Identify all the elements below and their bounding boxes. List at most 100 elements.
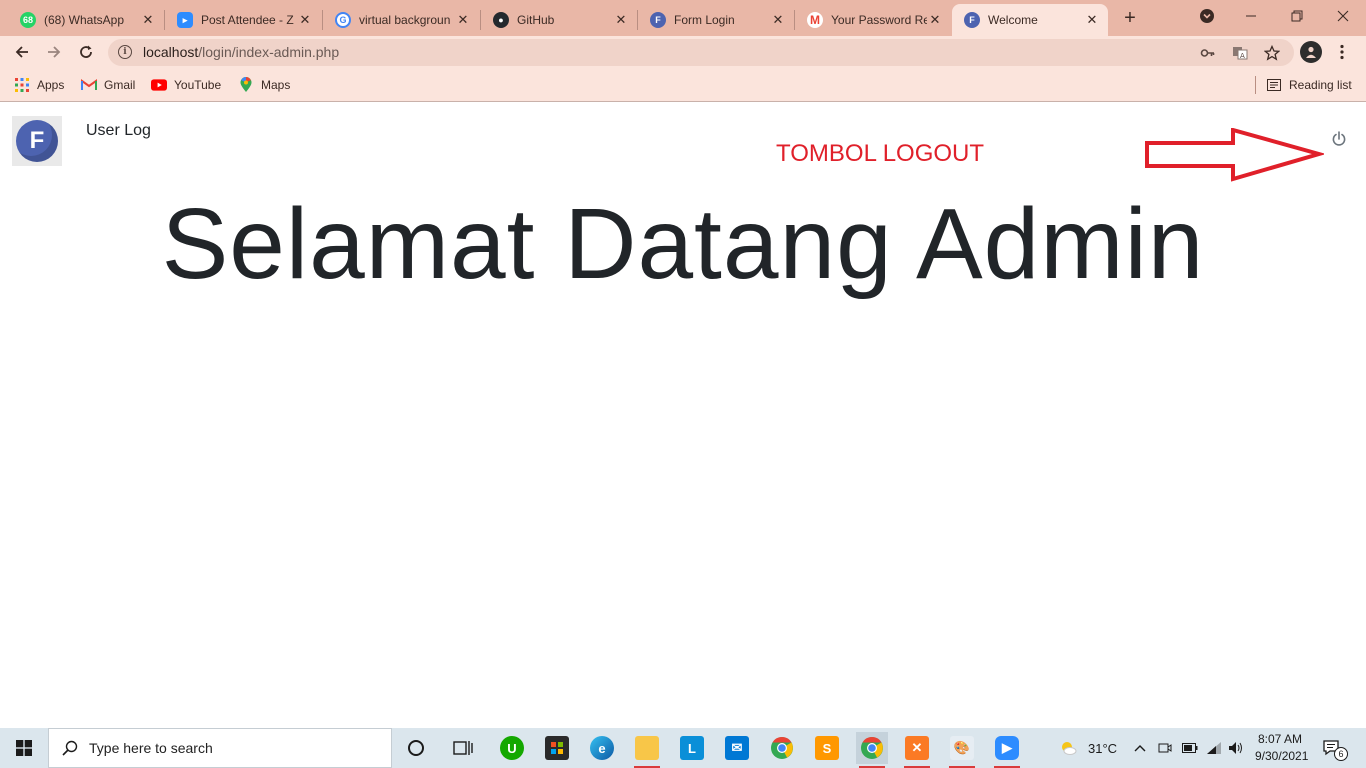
- tab-search-button[interactable]: [1184, 0, 1230, 32]
- user-log-link[interactable]: User Log: [86, 122, 151, 140]
- close-icon[interactable]: ✕: [1084, 12, 1100, 28]
- whatsapp-icon: 68: [20, 12, 36, 28]
- taskbar-app-paint[interactable]: 🎨: [946, 732, 978, 768]
- taskbar-app-upwork[interactable]: U: [496, 732, 528, 764]
- edge-icon: e: [590, 736, 614, 760]
- forward-button[interactable]: [42, 40, 66, 64]
- site-info-icon[interactable]: i: [118, 45, 132, 59]
- tab-github[interactable]: ● GitHub ✕: [481, 4, 637, 36]
- power-icon: [1332, 131, 1346, 146]
- page-content: F User Log TOMBOL LOGOUT Selamat Datang …: [0, 103, 1366, 728]
- battery-icon[interactable]: [1180, 738, 1200, 758]
- zoom-icon: ▸: [177, 12, 193, 28]
- volume-icon[interactable]: [1226, 738, 1246, 758]
- translate-icon[interactable]: A: [1230, 43, 1250, 63]
- close-icon: [1337, 10, 1349, 22]
- bookmark-label: Gmail: [104, 78, 136, 92]
- bookmark-youtube[interactable]: YouTube: [151, 76, 221, 94]
- paint-icon: 🎨: [950, 736, 974, 760]
- tab-gmail[interactable]: M Your Password Re ✕: [795, 4, 951, 36]
- taskbar-app-launcher[interactable]: L: [676, 732, 708, 764]
- key-icon[interactable]: [1198, 43, 1218, 63]
- store-icon: [545, 736, 569, 760]
- taskbar-app-chrome[interactable]: [766, 732, 798, 764]
- tab-title: Form Login: [674, 13, 735, 27]
- gmail-icon: M: [807, 12, 823, 28]
- annotation-label: TOMBOL LOGOUT: [776, 140, 985, 167]
- maps-pin-icon: [238, 77, 254, 93]
- reload-button[interactable]: [74, 40, 98, 64]
- reading-list-icon: [1266, 77, 1282, 93]
- tab-google[interactable]: G virtual backgroun ✕: [323, 4, 479, 36]
- menu-button[interactable]: [1334, 41, 1350, 63]
- reading-list-button[interactable]: Reading list: [1266, 76, 1352, 94]
- tab-zoom[interactable]: ▸ Post Attendee - Z ✕: [165, 4, 321, 36]
- site-logo[interactable]: F: [12, 116, 62, 166]
- tab-welcome[interactable]: F Welcome ✕: [952, 4, 1108, 36]
- profile-avatar[interactable]: [1300, 41, 1322, 63]
- apps-grid-icon: [14, 77, 30, 93]
- bookmark-apps[interactable]: Apps: [14, 76, 64, 94]
- tab-title: Your Password Re: [831, 13, 927, 27]
- mail-icon: ✉: [725, 736, 749, 760]
- upwork-icon: U: [500, 736, 524, 760]
- wifi-icon[interactable]: [1204, 738, 1224, 758]
- bookmark-star-icon[interactable]: [1262, 43, 1282, 63]
- restore-button[interactable]: [1274, 0, 1320, 32]
- close-window-button[interactable]: [1320, 0, 1366, 32]
- arrow-annotation-icon: [1145, 128, 1324, 182]
- close-icon[interactable]: ✕: [455, 12, 471, 28]
- bookmark-label: YouTube: [174, 78, 222, 92]
- new-tab-button[interactable]: +: [1118, 6, 1142, 30]
- clock-time[interactable]: 8:07 AM: [1258, 732, 1302, 746]
- clock-date[interactable]: 9/30/2021: [1255, 749, 1308, 763]
- browser-toolbar: i localhost/login/index-admin.php A: [0, 36, 1366, 68]
- taskbar-search[interactable]: Type here to search: [48, 728, 392, 768]
- taskbar-app-file-explorer[interactable]: [631, 732, 663, 768]
- url-path: /login/index-admin.php: [198, 44, 340, 60]
- bookmarks-divider: [1255, 76, 1256, 94]
- close-icon[interactable]: ✕: [140, 12, 156, 28]
- taskbar-app-edge[interactable]: e: [586, 732, 618, 764]
- task-view-icon: [453, 741, 473, 755]
- close-icon[interactable]: ✕: [297, 12, 313, 28]
- person-icon: [1306, 46, 1316, 58]
- taskbar-app-mail[interactable]: ✉: [721, 732, 753, 764]
- taskbar-app-xampp[interactable]: ✕: [901, 732, 933, 768]
- chevron-up-icon[interactable]: [1130, 738, 1150, 758]
- chrome-icon: [771, 737, 793, 759]
- zoom-icon: ▶: [995, 736, 1019, 760]
- taskbar-app-zoom[interactable]: ▶: [991, 732, 1023, 768]
- close-icon[interactable]: ✕: [613, 12, 629, 28]
- tab-title: Welcome: [988, 13, 1038, 27]
- weather-icon[interactable]: [1058, 738, 1078, 758]
- forward-arrow-icon: [48, 46, 61, 58]
- taskbar-app-chrome-active[interactable]: [856, 732, 888, 768]
- minimize-button[interactable]: [1228, 0, 1274, 32]
- search-icon: [61, 739, 79, 757]
- address-bar[interactable]: i localhost/login/index-admin.php A: [108, 39, 1294, 66]
- task-view-button[interactable]: [447, 732, 479, 764]
- bookmark-gmail[interactable]: Gmail: [81, 76, 135, 94]
- start-button[interactable]: [0, 728, 48, 768]
- cortana-button[interactable]: [400, 732, 432, 764]
- more-vert-icon: [1340, 44, 1344, 60]
- reload-icon: [80, 45, 92, 58]
- logout-button[interactable]: [1328, 128, 1350, 150]
- back-button[interactable]: [10, 40, 34, 64]
- tab-whatsapp[interactable]: 68 (68) WhatsApp ✕: [8, 4, 164, 36]
- bookmark-maps[interactable]: Maps: [238, 76, 290, 94]
- close-icon[interactable]: ✕: [927, 12, 943, 28]
- tab-title: GitHub: [517, 13, 555, 27]
- taskbar-app-sublime[interactable]: S: [811, 732, 843, 764]
- chevron-down-icon: [1200, 9, 1214, 23]
- tab-form-login[interactable]: F Form Login ✕: [638, 4, 794, 36]
- weather-temperature[interactable]: 31°C: [1088, 741, 1117, 756]
- taskbar-app-store[interactable]: [541, 732, 573, 764]
- url-text[interactable]: localhost/login/index-admin.php: [143, 44, 339, 60]
- welcome-heading: Selamat Datang Admin: [161, 188, 1205, 300]
- meet-now-icon[interactable]: [1155, 738, 1175, 758]
- chrome-icon: [861, 737, 883, 759]
- close-icon[interactable]: ✕: [770, 12, 786, 28]
- folder-icon: [635, 736, 659, 760]
